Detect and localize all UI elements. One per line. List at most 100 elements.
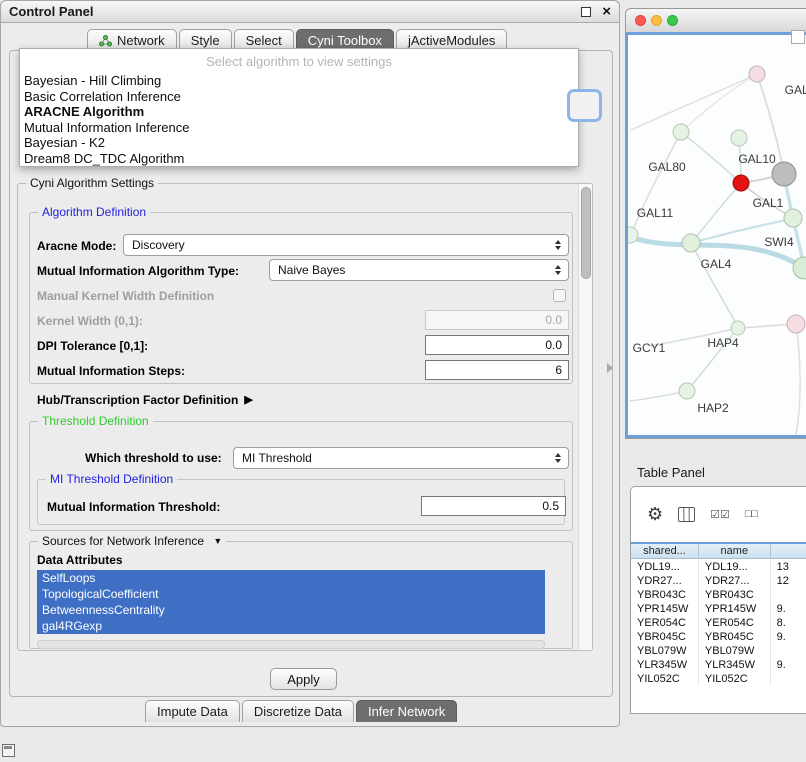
algorithm-dropdown: Select algorithm to view settings Bayesi…: [19, 48, 579, 167]
gear-icon[interactable]: ⚙: [647, 505, 663, 523]
algorithm-option-dream8-dc-tdc-algorithm[interactable]: Dream8 DC_TDC Algorithm: [20, 151, 578, 167]
apply-button[interactable]: Apply: [270, 668, 337, 690]
network-node[interactable]: [673, 124, 689, 140]
tab-impute-data[interactable]: Impute Data: [145, 700, 240, 722]
settings-scrollbar[interactable]: [578, 184, 592, 650]
deselect-all-icon[interactable]: □□: [745, 508, 758, 520]
expand-right-icon: ▶: [244, 394, 252, 406]
table-row[interactable]: YLR345WYLR345W9.: [631, 658, 806, 672]
algorithm-option-aracne-algorithm[interactable]: ARACNE Algorithm: [20, 104, 578, 120]
combo-arrows-icon: [555, 265, 561, 275]
hub-section-toggle[interactable]: Hub/Transcription Factor Definition ▶: [37, 393, 253, 407]
panel-resize-handle[interactable]: [607, 363, 613, 373]
table-cell: 9.: [771, 658, 806, 672]
tab-label: Infer Network: [368, 704, 445, 719]
table-row[interactable]: YDR27...YDR27...12: [631, 574, 806, 588]
select-all-icon[interactable]: ☑☑: [710, 508, 730, 521]
node-label-swi4: SWI4: [764, 235, 794, 249]
network-node[interactable]: [787, 315, 805, 333]
close-traffic-light-icon[interactable]: [635, 15, 646, 26]
network-titlebar[interactable]: [626, 9, 806, 33]
data-attribute-item[interactable]: TopologicalCoefficient: [37, 586, 545, 602]
control-panel-titlebar[interactable]: Control Panel: [1, 1, 619, 23]
algorithm-option-mutual-information-inference[interactable]: Mutual Information Inference: [20, 120, 578, 136]
mi-steps-label: Mutual Information Steps:: [37, 364, 185, 378]
kernel-width-label: Kernel Width (0,1):: [37, 314, 143, 328]
table-row[interactable]: YIL052CYIL052C: [631, 672, 806, 686]
table-cell: 9.: [771, 602, 806, 616]
node-label-gal11: GAL11: [637, 206, 674, 220]
table-row[interactable]: YDL19...YDL19...13: [631, 560, 806, 574]
tab-discretize-data[interactable]: Discretize Data: [242, 700, 354, 722]
sources-title: Sources for Network Inference: [42, 534, 204, 548]
sources-toggle[interactable]: Sources for Network Inference ▼: [38, 534, 226, 548]
mi-threshold-field[interactable]: 0.5: [421, 496, 566, 516]
table-cell: YDR27...: [699, 574, 771, 588]
network-node[interactable]: [679, 383, 695, 399]
algorithm-option-bayesian-k2[interactable]: Bayesian - K2: [20, 135, 578, 151]
aracne-mode-select[interactable]: Discovery: [123, 234, 569, 256]
network-node[interactable]: [731, 130, 747, 146]
table-cell: YPR145W: [699, 602, 771, 616]
algorithm-option-basic-correlation-inference[interactable]: Basic Correlation Inference: [20, 89, 578, 105]
network-node[interactable]: [733, 175, 749, 191]
table-row[interactable]: YBL079WYBL079W: [631, 644, 806, 658]
node-label-hap4: HAP4: [707, 336, 739, 350]
zoom-traffic-light-icon[interactable]: [667, 15, 678, 26]
table-cell: 12: [771, 574, 806, 588]
dpi-tolerance-field[interactable]: 0.0: [425, 335, 569, 355]
network-node[interactable]: [749, 66, 765, 82]
algorithm-placeholder[interactable]: Select algorithm to view settings: [20, 49, 578, 73]
network-node[interactable]: [731, 321, 745, 335]
table-cell: YBL079W: [631, 644, 699, 658]
network-canvas[interactable]: GAL80GAL10GAL11GAL1SWI4GAL4GCY1HAP4HAP2G…: [625, 32, 806, 438]
data-attribute-item[interactable]: BetweennessCentrality: [37, 602, 545, 618]
network-edge[interactable]: [738, 324, 795, 328]
table-panel: ⚙ ☑☑ □□ shared...name YDL19...YDL19...13…: [630, 486, 806, 714]
table-cell: YBL079W: [699, 644, 771, 658]
tab-label: Cyni Toolbox: [308, 33, 382, 48]
table-row[interactable]: YBR045CYBR045C9.: [631, 630, 806, 644]
table-cell: YDL19...: [699, 560, 771, 574]
column-header[interactable]: shared...: [631, 544, 699, 558]
attributes-hscrollbar[interactable]: [37, 640, 545, 649]
columns-icon[interactable]: [678, 507, 695, 522]
mi-type-select[interactable]: Naive Bayes: [269, 259, 569, 281]
network-node[interactable]: [784, 209, 802, 227]
hub-section-label: Hub/Transcription Factor Definition: [37, 393, 238, 407]
network-edge[interactable]: [631, 74, 757, 130]
desktop: Control Panel × NetworkStyleSelectCyni T…: [0, 0, 806, 762]
mi-steps-field[interactable]: 6: [425, 360, 569, 380]
column-header[interactable]: [771, 544, 806, 558]
float-window-icon[interactable]: [581, 7, 591, 17]
table-row[interactable]: YER054CYER054C8.: [631, 616, 806, 630]
table-row[interactable]: YBR043CYBR043C: [631, 588, 806, 602]
focused-control[interactable]: [567, 89, 602, 122]
column-header[interactable]: name: [699, 544, 771, 558]
network-toolbar-chip[interactable]: [791, 30, 805, 44]
table-row[interactable]: YPR145WYPR145W9.: [631, 602, 806, 616]
network-node[interactable]: [682, 234, 700, 252]
close-window-icon[interactable]: ×: [602, 2, 611, 22]
which-threshold-select[interactable]: MI Threshold: [233, 447, 569, 469]
network-edge[interactable]: [796, 324, 800, 435]
window-title: Control Panel: [9, 4, 94, 19]
restore-panel-icon[interactable]: [2, 744, 15, 757]
network-edge[interactable]: [691, 184, 740, 243]
tab-label: Style: [191, 33, 220, 48]
table-cell: YBR043C: [631, 588, 699, 602]
network-edge[interactable]: [691, 243, 738, 327]
network-icon: [99, 35, 112, 47]
table-toolbar: ⚙ ☑☑ □□: [631, 487, 806, 541]
scrollbar-thumb[interactable]: [581, 187, 591, 279]
data-attribute-item[interactable]: gal4RGexp: [37, 618, 545, 634]
data-attribute-item[interactable]: SelfLoops: [37, 570, 545, 586]
node-label-hap2: HAP2: [697, 401, 729, 415]
minimize-traffic-light-icon[interactable]: [651, 15, 662, 26]
tab-infer-network[interactable]: Infer Network: [356, 700, 457, 722]
aracne-mode-label: Aracne Mode:: [37, 239, 116, 253]
algorithm-list: Bayesian - Hill ClimbingBasic Correlatio…: [20, 73, 578, 166]
manual-kernel-checkbox[interactable]: [553, 289, 566, 302]
kernel-width-field[interactable]: 0.0: [425, 310, 569, 330]
algorithm-option-bayesian-hill-climbing[interactable]: Bayesian - Hill Climbing: [20, 73, 578, 89]
